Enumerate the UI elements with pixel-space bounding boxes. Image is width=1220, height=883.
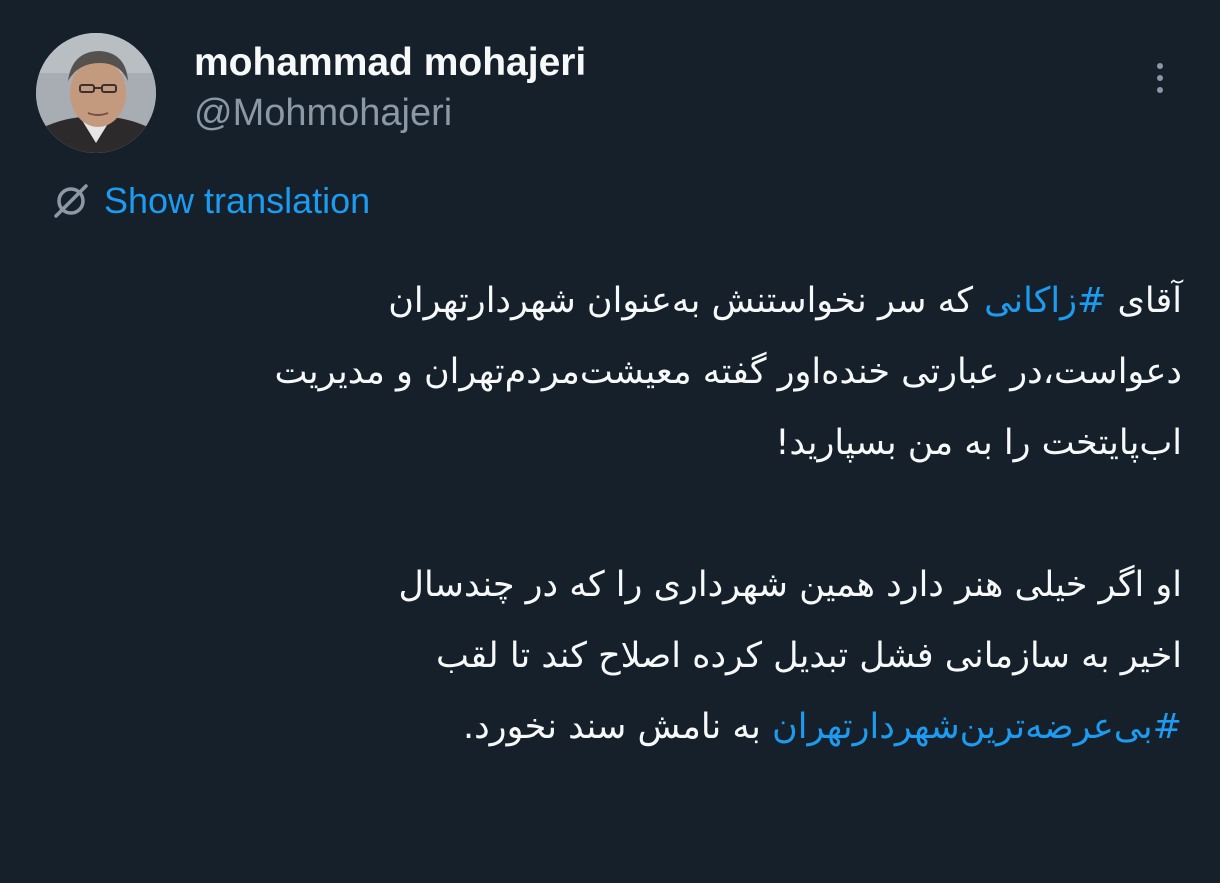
author-handle[interactable]: @Mohmohajeri [194,88,452,138]
more-vertical-icon [1157,63,1163,69]
avatar-image [36,33,156,153]
author-display-name[interactable]: mohammad mohajeri [194,38,586,88]
hashtag-link[interactable]: #زاکانی [984,281,1106,321]
hashtag-link[interactable]: #بی‌عرضه‌ترین‌شهردارتهران [772,707,1182,747]
tweet-line: #بی‌عرضه‌ترین‌شهردارتهران به نامش سند نخ… [42,692,1182,763]
tweet-line: اخیر به سازمانی فشل تبدیل کرده اصلاح کند… [435,636,1182,676]
avatar[interactable] [36,33,156,153]
tweet-line: دعواست،در عبارتی خنده‌اور گفته معیشت‌مرد… [274,352,1182,392]
tweet-line: آقای #زاکانی که سر نخواستنش به‌عنوان شهر… [42,266,1182,337]
show-translation-label: Show translation [104,180,371,221]
tweet-line-text: که سر نخواستنش به‌عنوان شهردارتهران [388,281,985,321]
no-translate-icon [54,184,88,218]
more-options-button[interactable] [1140,56,1180,100]
tweet-text: آقای #زاکانی که سر نخواستنش به‌عنوان شهر… [42,266,1182,763]
tweet-line: اب‌پایتخت را به من بسپارید! [775,423,1182,463]
more-vertical-icon-dot [1157,87,1163,93]
tweet-line: او اگر خیلی هنر دارد همین شهرداری را که … [398,565,1182,605]
tweet-line-text: آقای [1106,281,1182,321]
show-translation-link[interactable]: Show translation [50,178,370,224]
tweet-line-text: به نامش سند نخورد. [462,707,773,747]
more-vertical-icon-dot [1157,75,1163,81]
